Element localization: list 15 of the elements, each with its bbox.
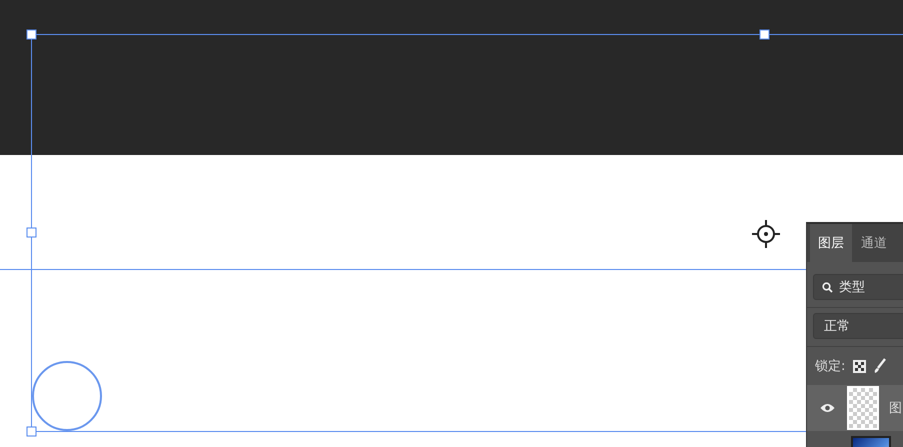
crosshair-icon (751, 219, 781, 249)
blend-mode-dropdown[interactable]: 正常 (813, 313, 903, 339)
layer-name: 图 (889, 400, 902, 417)
layer-row[interactable]: 图 (807, 385, 903, 431)
ellipse-shape (32, 361, 102, 431)
lock-transparency-icon[interactable] (853, 360, 866, 372)
layer-thumbnail (847, 386, 879, 430)
search-icon (822, 282, 833, 292)
panel-tab[interactable]: 通道 (855, 224, 893, 262)
brush-icon[interactable] (874, 358, 886, 374)
transform-box[interactable] (26, 30, 903, 436)
filter-dropdown[interactable]: 类型 (813, 274, 903, 300)
panel-tab[interactable]: 图层 (810, 224, 852, 262)
lock-label: 锁定: (815, 358, 846, 375)
eye-icon[interactable] (820, 403, 834, 413)
